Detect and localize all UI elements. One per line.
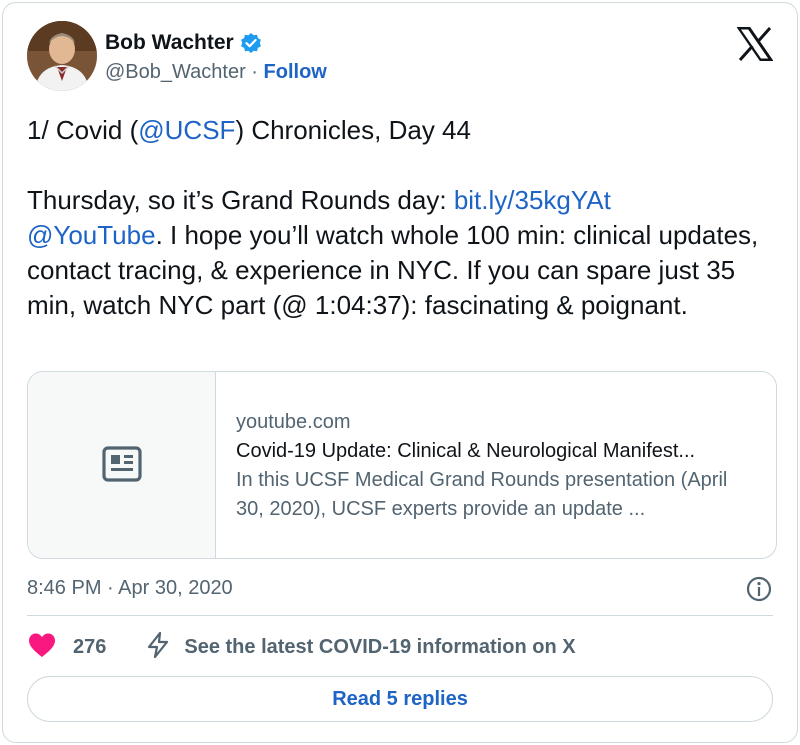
link-title: Covid-19 Update: Clinical & Neurological… [236, 440, 696, 462]
display-name[interactable]: Bob Wachter [105, 31, 234, 55]
timestamp-row: 8:46 PM · Apr 30, 2020 [27, 575, 773, 605]
handle-separator: · [245, 61, 264, 83]
verified-badge-icon [240, 32, 262, 54]
link-description: In this UCSF Medical Grand Rounds presen… [236, 469, 728, 520]
divider [27, 615, 773, 616]
follow-link[interactable]: Follow [264, 61, 327, 83]
covid-info-label: See the latest COVID-19 information on X [184, 635, 576, 658]
info-icon[interactable] [745, 575, 773, 603]
tweet-para2-prefix: Thursday, so it’s Grand Rounds day: [27, 185, 454, 215]
link-card-body: youtube.com Covid-19 Update: Clinical & … [236, 408, 758, 524]
covid-info-link[interactable]: See the latest COVID-19 information on X [144, 631, 576, 664]
like-button[interactable]: 276 [27, 631, 106, 664]
like-count: 276 [73, 635, 107, 658]
read-replies-label: Read 5 replies [332, 687, 468, 710]
x-logo-icon[interactable] [736, 26, 774, 62]
lightning-bolt-icon [144, 631, 172, 664]
actions-row: 276 See the latest COVID-19 information … [27, 631, 773, 663]
bitly-link[interactable]: bit.ly/35kgYAt [454, 185, 611, 215]
timestamp[interactable]: 8:46 PM · Apr 30, 2020 [27, 577, 233, 599]
read-replies-button[interactable]: Read 5 replies [27, 676, 773, 722]
handle[interactable]: @Bob_Wachter [105, 61, 246, 83]
link-domain: youtube.com [236, 411, 351, 433]
tweet-text: 1/ Covid (@UCSF) Chronicles, Day 44 Thur… [27, 113, 777, 323]
mention-youtube-link[interactable]: @YouTube [27, 220, 156, 250]
article-icon [101, 445, 142, 487]
mention-ucsf-link[interactable]: @UCSF [138, 115, 235, 145]
link-thumbnail [28, 372, 216, 558]
tweet-line1-suffix: ) Chronicles, Day 44 [235, 115, 471, 145]
heart-icon [27, 631, 57, 664]
tweet-header: Bob Wachter @Bob_Wachter · Follow [27, 21, 774, 95]
avatar[interactable] [27, 21, 97, 91]
link-preview-card[interactable]: youtube.com Covid-19 Update: Clinical & … [27, 371, 777, 559]
name-row: Bob Wachter [105, 31, 262, 55]
tweet-line1-prefix: 1/ Covid ( [27, 115, 139, 145]
handle-row: @Bob_Wachter · Follow [105, 61, 327, 84]
tweet-card: Bob Wachter @Bob_Wachter · Follow 1/ Cov… [2, 2, 798, 743]
